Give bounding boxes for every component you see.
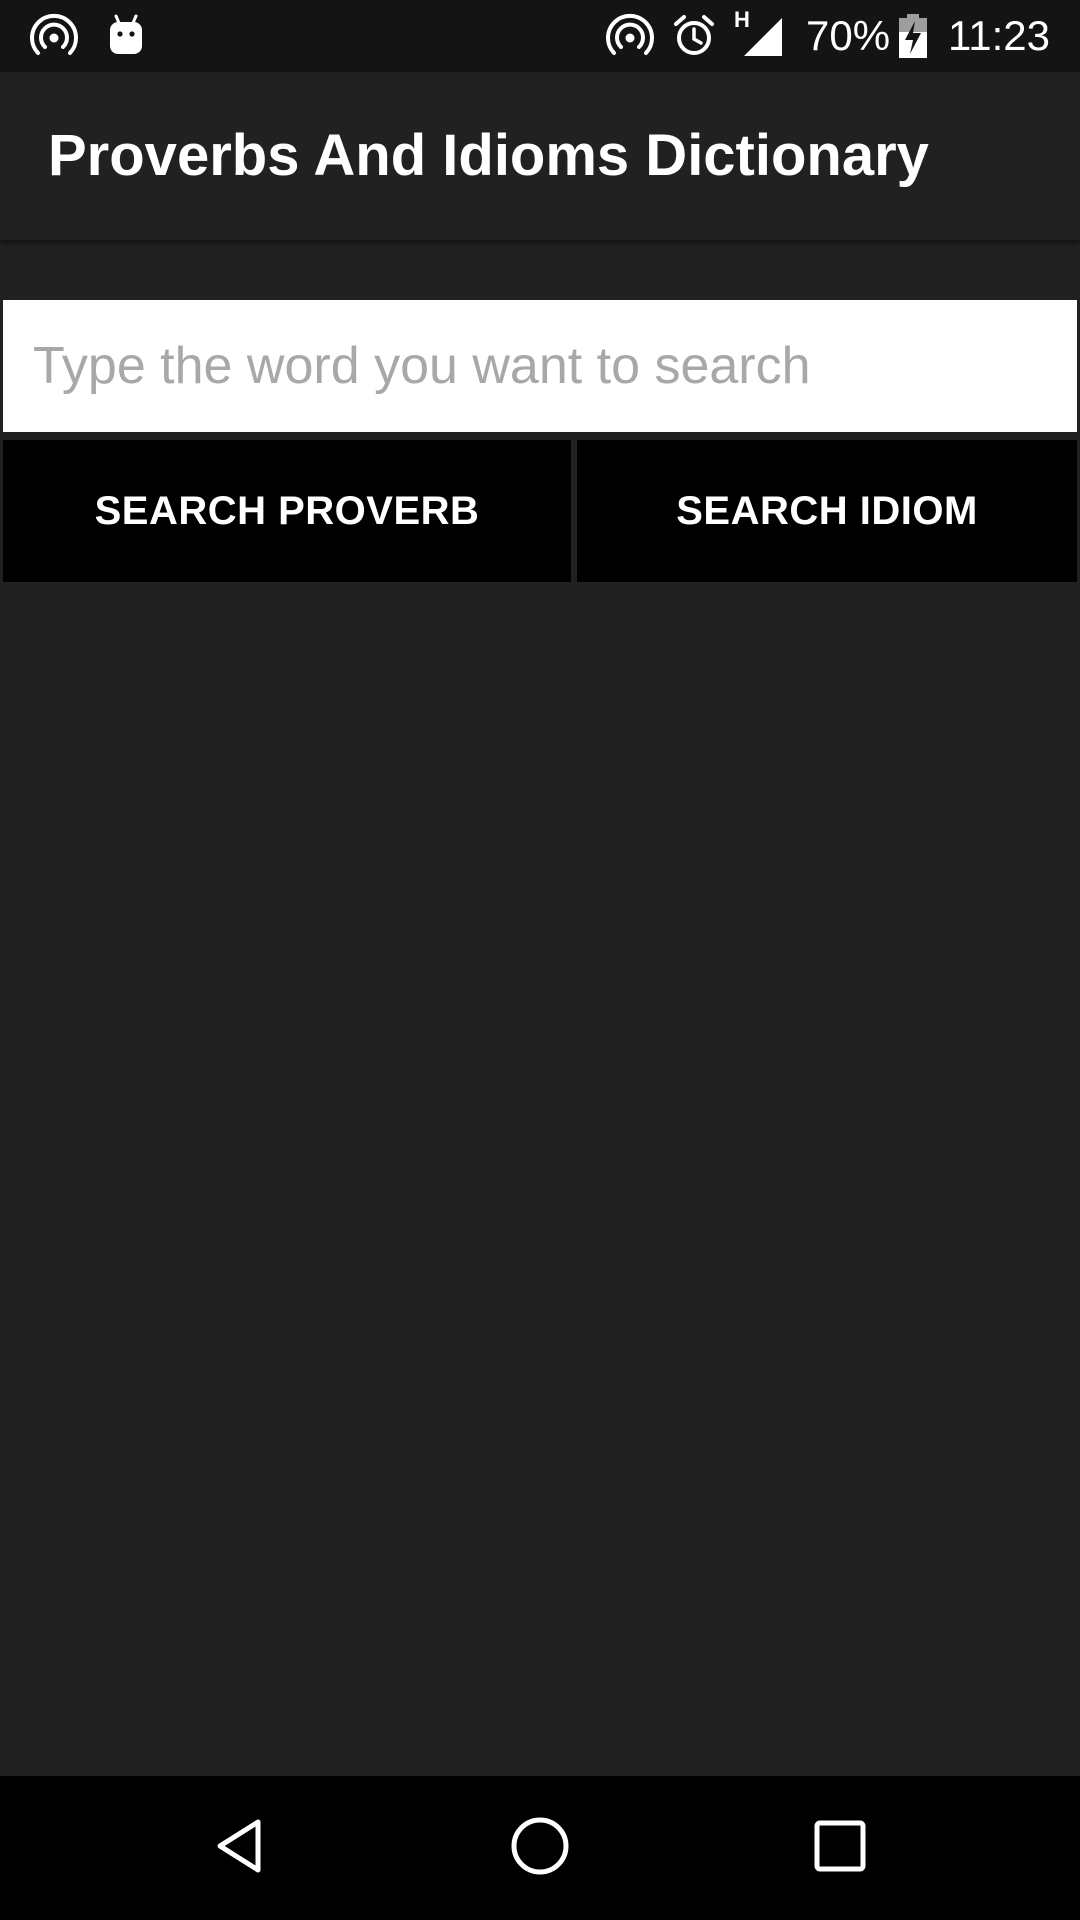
app-title: Proverbs And Idioms Dictionary <box>48 123 929 188</box>
battery-percent: 70% <box>806 12 891 59</box>
home-icon <box>509 1815 571 1882</box>
search-input[interactable] <box>3 300 1077 432</box>
home-button[interactable] <box>440 1776 640 1920</box>
recents-icon <box>812 1818 868 1879</box>
hotspot-icon <box>30 12 78 60</box>
app-bar: Proverbs And Idioms Dictionary <box>0 72 1080 240</box>
status-bar: H 70% 11:23 <box>0 0 1080 72</box>
search-proverb-button[interactable]: SEARCH PROVERB <box>3 440 571 582</box>
back-button[interactable] <box>140 1776 340 1920</box>
alarm-icon <box>670 12 718 60</box>
search-idiom-button[interactable]: SEARCH IDIOM <box>577 440 1077 582</box>
recents-button[interactable] <box>740 1776 940 1920</box>
battery-charging-icon <box>896 12 930 60</box>
clock-time: 11:23 <box>948 12 1050 59</box>
navigation-bar <box>0 1776 1080 1920</box>
back-icon <box>210 1816 270 1881</box>
hotspot-icon <box>606 12 654 60</box>
signal-icon <box>738 12 786 60</box>
android-icon <box>102 12 150 60</box>
